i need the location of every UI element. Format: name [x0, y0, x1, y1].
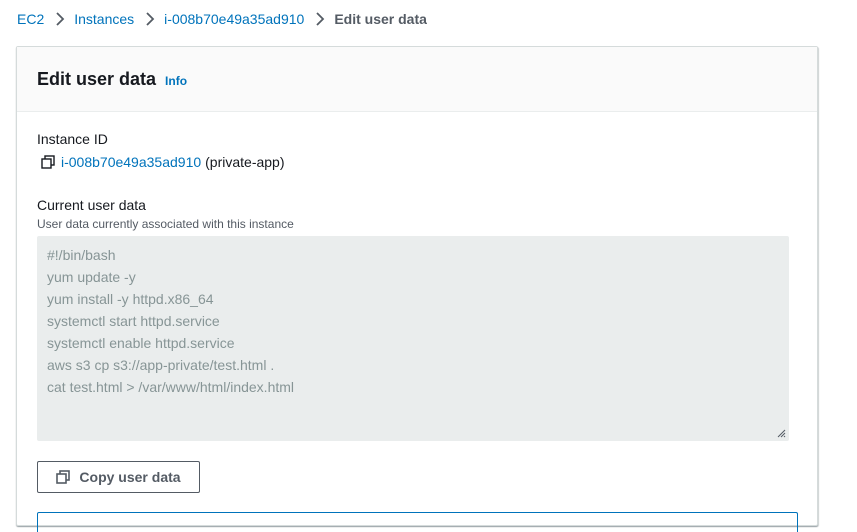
- user-data-line: systemctl start httpd.service: [47, 313, 220, 329]
- user-data-line: #!/bin/bash: [47, 247, 116, 263]
- current-user-data-description: User data currently associated with this…: [37, 217, 294, 231]
- breadcrumb-current: Edit user data: [334, 11, 427, 27]
- breadcrumb: EC2 Instances i-008b70e49a35ad910 Edit u…: [17, 9, 427, 29]
- instance-id-link[interactable]: i-008b70e49a35ad910: [61, 154, 201, 170]
- instance-name: (private-app): [205, 154, 285, 170]
- user-data-textarea[interactable]: #!/bin/bash yum update -y yum install -y…: [37, 236, 789, 441]
- instance-id-label: Instance ID: [37, 131, 108, 147]
- chevron-right-icon: [315, 12, 325, 26]
- copy-icon: [56, 470, 71, 484]
- current-user-data-label: Current user data: [37, 197, 146, 213]
- user-data-line: yum update -y: [47, 269, 136, 285]
- resize-handle-icon[interactable]: [777, 429, 786, 438]
- page-title: Edit user data: [37, 68, 157, 89]
- user-data-line: aws s3 cp s3://app-private/test.html .: [47, 357, 275, 373]
- user-data-line: systemctl enable httpd.service: [47, 335, 235, 351]
- user-data-line: cat test.html > /var/www/html/index.html: [47, 379, 295, 395]
- breadcrumb-instance-id[interactable]: i-008b70e49a35ad910: [164, 11, 304, 27]
- new-user-data-field[interactable]: [37, 512, 798, 532]
- breadcrumb-instances[interactable]: Instances: [74, 11, 134, 27]
- edit-user-data-panel: Edit user data Info Instance ID i-008b70…: [16, 46, 818, 532]
- copy-user-data-label: Copy user data: [79, 469, 181, 485]
- chevron-right-icon: [55, 12, 65, 26]
- breadcrumb-ec2[interactable]: EC2: [17, 11, 44, 27]
- panel-header: Edit user data Info: [17, 47, 817, 112]
- user-data-line: yum install -y httpd.x86_64: [47, 291, 214, 307]
- instance-id-row: i-008b70e49a35ad910 (private-app): [41, 154, 285, 170]
- chevron-right-icon: [145, 12, 155, 26]
- copy-user-data-button[interactable]: Copy user data: [37, 461, 200, 493]
- copy-icon[interactable]: [41, 155, 55, 169]
- info-link[interactable]: Info: [165, 74, 187, 88]
